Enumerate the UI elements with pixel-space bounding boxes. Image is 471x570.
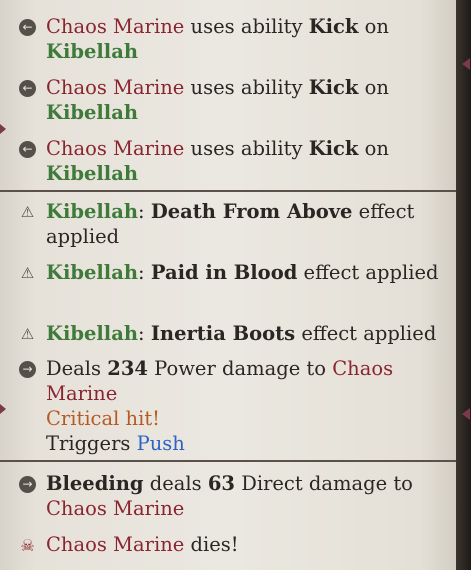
actor-name: Chaos Marine [46, 15, 185, 38]
actor-name: Chaos Marine [46, 137, 185, 160]
triggered-ability-link[interactable]: Push [137, 432, 185, 455]
damage-amount: 234 [107, 357, 148, 380]
log-entry: ← Chaos Marine uses ability Kick on Kibe… [0, 14, 456, 75]
panel-scroll-edge[interactable] [456, 0, 471, 570]
log-text: on [358, 76, 389, 99]
log-text: deals [143, 472, 208, 495]
effect-name: Paid in Blood [150, 261, 298, 284]
ability-name: Kick [308, 137, 359, 160]
log-text: dies! [184, 533, 239, 556]
log-text: effect applied [297, 261, 439, 284]
log-entry-death: ☠ Chaos Marine dies! [0, 532, 456, 562]
log-text: on [358, 137, 389, 160]
target-name: Chaos Marine [46, 497, 185, 520]
ability-name: Kick [308, 15, 359, 38]
actor-name: Kibellah [46, 322, 139, 345]
warning-icon: ⚠ [20, 264, 35, 282]
target-name: Kibellah [46, 40, 139, 63]
log-entry: ← Chaos Marine uses ability Kick on Kibe… [0, 136, 456, 190]
log-text: Direct damage to [235, 472, 413, 495]
right-edge-notch [462, 408, 470, 420]
target-name: Kibellah [46, 162, 139, 185]
log-text: effect applied [295, 322, 437, 345]
log-entry: ← Chaos Marine uses ability Kick on Kibe… [0, 75, 456, 136]
log-text: uses ability [184, 15, 309, 38]
forward-arrow-icon: → [19, 361, 36, 378]
effect-name: Inertia Boots [150, 322, 296, 345]
log-entry: ⚠ Kibellah: Death From Above effect appl… [0, 199, 456, 260]
effect-name: Death From Above [150, 200, 353, 223]
critical-hit-text: Critical hit! [46, 407, 161, 430]
status-name: Bleeding [46, 472, 144, 495]
combat-log-entries: ← Chaos Marine uses ability Kick on Kibe… [0, 0, 456, 562]
log-entry: ⚠ Kibellah: Inertia Boots effect applied [0, 321, 456, 356]
log-text: on [358, 15, 389, 38]
skull-icon: ☠ [20, 536, 35, 555]
log-text: Triggers [46, 432, 137, 455]
warning-icon: ⚠ [20, 203, 35, 221]
log-text: Deals [46, 357, 108, 380]
log-entry-damage: → Deals 234 Power damage to Chaos Marine… [0, 356, 456, 460]
log-entry: ⚠ Kibellah: Paid in Blood effect applied [0, 260, 456, 321]
forward-arrow-icon: → [19, 476, 36, 493]
actor-name: Kibellah [46, 200, 139, 223]
log-text: Power damage to [147, 357, 333, 380]
actor-name: Chaos Marine [46, 76, 185, 99]
log-text: : [138, 322, 151, 345]
back-arrow-icon: ← [19, 141, 36, 158]
warning-icon: ⚠ [20, 325, 35, 343]
back-arrow-icon: ← [19, 80, 36, 97]
ability-name: Kick [308, 76, 359, 99]
log-entry-bleed: → Bleeding deals 63 Direct damage to Cha… [0, 471, 456, 532]
log-group-effects: ⚠ Kibellah: Death From Above effect appl… [0, 199, 456, 460]
actor-name: Kibellah [46, 261, 139, 284]
back-arrow-icon: ← [19, 19, 36, 36]
right-edge-notch [462, 58, 470, 70]
log-text: : [138, 200, 151, 223]
target-name: Kibellah [46, 101, 139, 124]
log-group-outcome: → Bleeding deals 63 Direct damage to Cha… [0, 471, 456, 562]
damage-amount: 63 [207, 472, 235, 495]
combat-log-panel[interactable]: ← Chaos Marine uses ability Kick on Kibe… [0, 0, 456, 570]
log-text: uses ability [184, 137, 309, 160]
log-text: uses ability [184, 76, 309, 99]
log-group-attacks: ← Chaos Marine uses ability Kick on Kibe… [0, 14, 456, 190]
actor-name: Chaos Marine [46, 533, 185, 556]
log-text: : [138, 261, 151, 284]
